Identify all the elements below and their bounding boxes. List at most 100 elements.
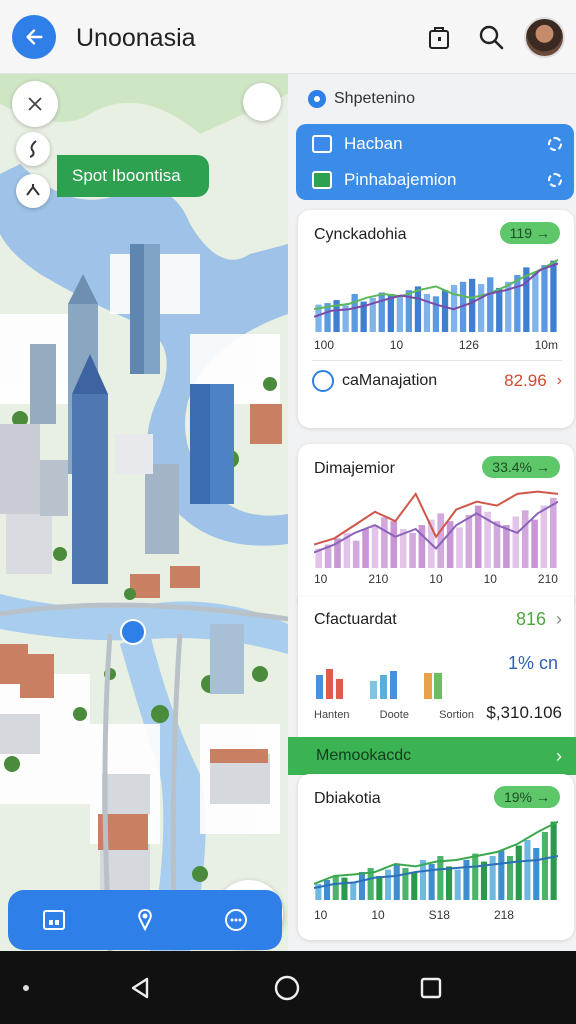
bike-icon (26, 184, 40, 196)
stats-card-2[interactable]: Dimajemior 33.4% → 10 210 10 10 210 (298, 444, 574, 609)
chart-bar (454, 869, 461, 900)
sync-icon[interactable] (548, 173, 562, 187)
avatar[interactable] (524, 17, 565, 58)
map-pin[interactable] (120, 619, 146, 645)
places-button[interactable] (125, 900, 165, 940)
chart-bar (362, 529, 369, 568)
chart-bar (524, 840, 531, 900)
back-button[interactable] (12, 15, 56, 59)
bike-button[interactable] (16, 174, 50, 208)
triangle-back-icon (131, 977, 149, 998)
card-2-chart (314, 490, 558, 568)
card-1-badge-text: 119 (509, 225, 532, 241)
green-action-strip[interactable]: Memookacdc › (288, 737, 576, 775)
chat-button[interactable] (216, 900, 256, 940)
card-3-legend: Hanten Doote Sortion (314, 709, 474, 721)
system-home-button[interactable] (270, 951, 304, 1024)
chart-bar (358, 872, 365, 900)
legend-item: Hanten (314, 709, 350, 721)
legend-item: Sortion (439, 709, 474, 721)
chart-bar (493, 521, 501, 568)
chart-bar (487, 277, 494, 332)
card-1-chart (314, 258, 558, 332)
route-button[interactable] (16, 132, 50, 166)
card-3-total: $,310.106 (486, 703, 562, 722)
card-1-badge: 119 → (499, 222, 560, 244)
system-back-button[interactable] (124, 951, 156, 1024)
stats-card-4[interactable]: Dbiakotia 19% → 10 10 S18 218 (298, 774, 574, 940)
chart-bar (378, 292, 385, 332)
chart-bar (352, 540, 360, 568)
system-navigation-bar (0, 951, 576, 1024)
chart-bar (541, 265, 548, 332)
chart-bar (381, 517, 388, 568)
chart-bar (446, 866, 453, 900)
square-recents-icon (420, 977, 442, 998)
axis-label: 10 (314, 572, 328, 586)
chart-bar (514, 275, 521, 332)
chart-bar (472, 853, 479, 900)
card-4-chart (314, 820, 558, 900)
option-label-2: Pinhabajemion (344, 170, 457, 189)
chart-bar (541, 832, 548, 900)
building-icon (312, 135, 332, 153)
chart-bar (531, 519, 538, 568)
stats-card-1[interactable]: Cynckadohia 119 → 100 10 126 10m caManaja… (298, 210, 574, 428)
manage-icon (312, 370, 334, 392)
card-3-value: 816 (515, 609, 546, 629)
map-location-chip[interactable]: Spot Iboontisa (57, 155, 209, 197)
stats-card-3[interactable]: Cfactuardat 816 › 1% cn Hanten Doote Sor… (298, 597, 574, 737)
card-2-axis: 10 210 10 10 210 (314, 572, 558, 586)
chart-bar (409, 532, 416, 568)
chart-bar (390, 521, 398, 568)
axis-label: 210 (368, 572, 389, 586)
axis-label: 10 (371, 908, 385, 922)
chart-bar (503, 525, 510, 568)
info-icon (308, 90, 326, 108)
card-1-footer[interactable]: caManajation 82.96 › (312, 370, 562, 392)
map-option-button[interactable] (243, 83, 281, 121)
bag-icon (429, 27, 449, 49)
chart-bar (396, 295, 403, 332)
chart-bar (478, 284, 485, 332)
chart-bar (463, 860, 470, 900)
city-map[interactable]: Spot Iboontisa (0, 74, 288, 951)
divider (312, 360, 562, 361)
refresh-icon[interactable] (548, 137, 562, 151)
chart-bar (550, 821, 557, 900)
axis-label: 210 (537, 572, 558, 586)
compass-button[interactable] (12, 81, 58, 127)
card-2-title: Dimajemior (314, 460, 395, 477)
axis-label: 100 (314, 338, 335, 352)
stats-panel: Shpetenino Hacban Pinhabajemion Cynckado… (288, 74, 576, 951)
option-row-1[interactable]: Hacban (312, 126, 562, 162)
bag-button[interactable] (424, 22, 454, 52)
calendar-icon (312, 171, 332, 189)
layers-icon (42, 910, 65, 930)
card-4-axis: 10 10 S18 218 (314, 908, 514, 922)
axis-label: 10 (483, 572, 497, 586)
chart-line (314, 490, 558, 546)
chart-bar (465, 515, 473, 568)
card-3-bar-groups (316, 669, 442, 699)
layers-button[interactable] (34, 900, 74, 940)
panel-title: Shpetenino (334, 90, 415, 107)
pin-cluster-icon (138, 908, 152, 932)
chart-bar (512, 516, 520, 568)
chart-bar (540, 505, 548, 568)
system-recents-button[interactable] (416, 951, 446, 1024)
chevron-right-icon: › (556, 609, 562, 629)
trend-arrow-icon: → (536, 225, 550, 241)
chart-bar (532, 272, 539, 332)
chart-bar (411, 872, 418, 900)
chart-bar (489, 856, 496, 900)
options-box: Hacban Pinhabajemion (296, 124, 574, 200)
card-2-badge: 33.4% → (482, 456, 560, 478)
search-button[interactable] (476, 22, 506, 52)
axis-label: 126 (458, 338, 479, 352)
card-4-badge-text: 19% (503, 789, 532, 805)
chart-bar (515, 845, 522, 900)
search-icon (479, 25, 504, 50)
option-row-2[interactable]: Pinhabajemion (312, 162, 562, 198)
card-3-title: Cfactuardat (314, 611, 397, 628)
